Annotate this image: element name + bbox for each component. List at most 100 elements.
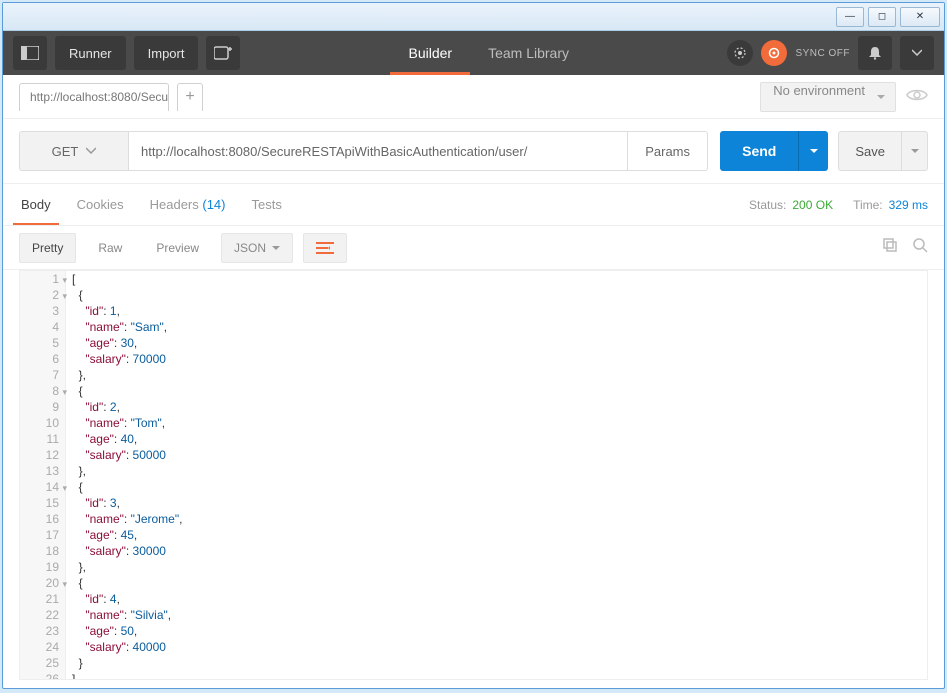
line-number: 13 [20,463,66,479]
toolbar-right: SYNC OFF [727,31,944,75]
maximize-button[interactable]: ◻ [868,7,896,27]
time-value: 329 ms [889,198,928,212]
view-row: Pretty Raw Preview JSON [3,226,944,270]
environment-row: http://localhost:8080/Secur + No environ… [3,75,944,119]
toolbar-left: Runner Import [3,31,240,75]
search-icon[interactable] [912,237,928,258]
sidebar-toggle-icon[interactable] [13,36,47,70]
line-number: 4 [20,319,66,335]
code-line: 3 "id": 1, [20,303,927,319]
line-number: 26 [20,671,66,680]
interceptor-icon[interactable] [727,40,753,66]
send-dropdown[interactable] [798,131,828,171]
code-line: 13 }, [20,463,927,479]
line-content: }, [66,367,86,383]
environment-dropdown[interactable]: No environment [760,82,896,112]
time-label: Time: [853,198,883,212]
minimize-button[interactable]: — [836,7,864,27]
line-content: "salary": 70000 [66,351,166,367]
method-dropdown[interactable]: GET [19,131,129,171]
code-line: 6 "salary": 70000 [20,351,927,367]
line-content: "name": "Tom", [66,415,165,431]
save-dropdown[interactable] [902,131,928,171]
status-value: 200 OK [792,198,833,212]
line-content: "age": 30, [66,335,137,351]
line-number: 9 [20,399,66,415]
code-line: 11 "age": 40, [20,431,927,447]
line-content: "salary": 30000 [66,543,166,559]
headers-label: Headers [150,197,199,212]
url-input[interactable] [129,131,628,171]
line-number: 2 [20,287,66,303]
line-content: "name": "Jerome", [66,511,182,527]
line-content: "age": 50, [66,623,137,639]
tab-builder[interactable]: Builder [390,31,470,75]
tab-tests[interactable]: Tests [250,185,284,224]
line-content: "age": 40, [66,431,137,447]
code-line: 2 { [20,287,927,303]
new-window-icon[interactable] [206,36,240,70]
save-button[interactable]: Save [838,131,902,171]
line-content: { [66,575,83,591]
response-tabs: Body Cookies Headers (14) Tests Status: … [3,184,944,226]
response-status: Status: 200 OK Time: 329 ms [749,198,928,212]
sync-label: SYNC OFF [795,48,850,59]
bell-icon[interactable] [858,36,892,70]
line-content: { [66,287,83,303]
line-content: "salary": 40000 [66,639,166,655]
line-content: "id": 3, [66,495,120,511]
method-label: GET [52,144,79,159]
line-content: ] [66,671,75,680]
code-line: 4 "name": "Sam", [20,319,927,335]
wrap-icon[interactable] [303,233,347,263]
code-line: 14 { [20,479,927,495]
tab-headers[interactable]: Headers (14) [148,185,228,224]
eye-icon[interactable] [906,86,928,107]
headers-count: (14) [202,197,225,212]
tab-body[interactable]: Body [19,185,53,224]
line-content: "id": 4, [66,591,120,607]
preview-button[interactable]: Preview [144,233,211,263]
app-window: — ◻ ✕ Runner Import Builder Team Library [2,2,945,689]
code-line: 1[ [20,271,927,287]
code-line: 9 "id": 2, [20,399,927,415]
sync-icon[interactable] [761,40,787,66]
line-number: 22 [20,607,66,623]
tab-team-library[interactable]: Team Library [470,31,587,75]
line-content: } [66,655,83,671]
format-dropdown[interactable]: JSON [221,233,293,263]
params-button[interactable]: Params [628,131,708,171]
runner-button[interactable]: Runner [55,36,126,70]
line-number: 12 [20,447,66,463]
code-line: 18 "salary": 30000 [20,543,927,559]
code-line: 12 "salary": 50000 [20,447,927,463]
code-line: 20 { [20,575,927,591]
request-tab[interactable]: http://localhost:8080/Secur [19,83,169,111]
raw-button[interactable]: Raw [86,233,134,263]
code-line: 15 "id": 3, [20,495,927,511]
line-number: 1 [20,271,66,287]
line-content: "age": 45, [66,527,137,543]
title-bar: — ◻ ✕ [3,3,944,31]
tab-cookies[interactable]: Cookies [75,185,126,224]
copy-icon[interactable] [882,237,898,258]
code-line: 17 "age": 45, [20,527,927,543]
add-tab-button[interactable]: + [177,83,203,111]
code-line: 26] [20,671,927,680]
response-body-editor[interactable]: 1[2 {3 "id": 1,4 "name": "Sam",5 "age": … [19,270,928,680]
pretty-button[interactable]: Pretty [19,233,76,263]
env-right: No environment [760,82,928,112]
code-line: 23 "age": 50, [20,623,927,639]
code-line: 25 } [20,655,927,671]
code-line: 5 "age": 30, [20,335,927,351]
code-line: 7 }, [20,367,927,383]
send-button[interactable]: Send [720,131,798,171]
import-button[interactable]: Import [134,36,199,70]
account-dropdown-icon[interactable] [900,36,934,70]
line-number: 15 [20,495,66,511]
code-line: 21 "id": 4, [20,591,927,607]
code-line: 22 "name": "Silvia", [20,607,927,623]
line-number: 3 [20,303,66,319]
close-button[interactable]: ✕ [900,7,940,27]
code-line: 19 }, [20,559,927,575]
